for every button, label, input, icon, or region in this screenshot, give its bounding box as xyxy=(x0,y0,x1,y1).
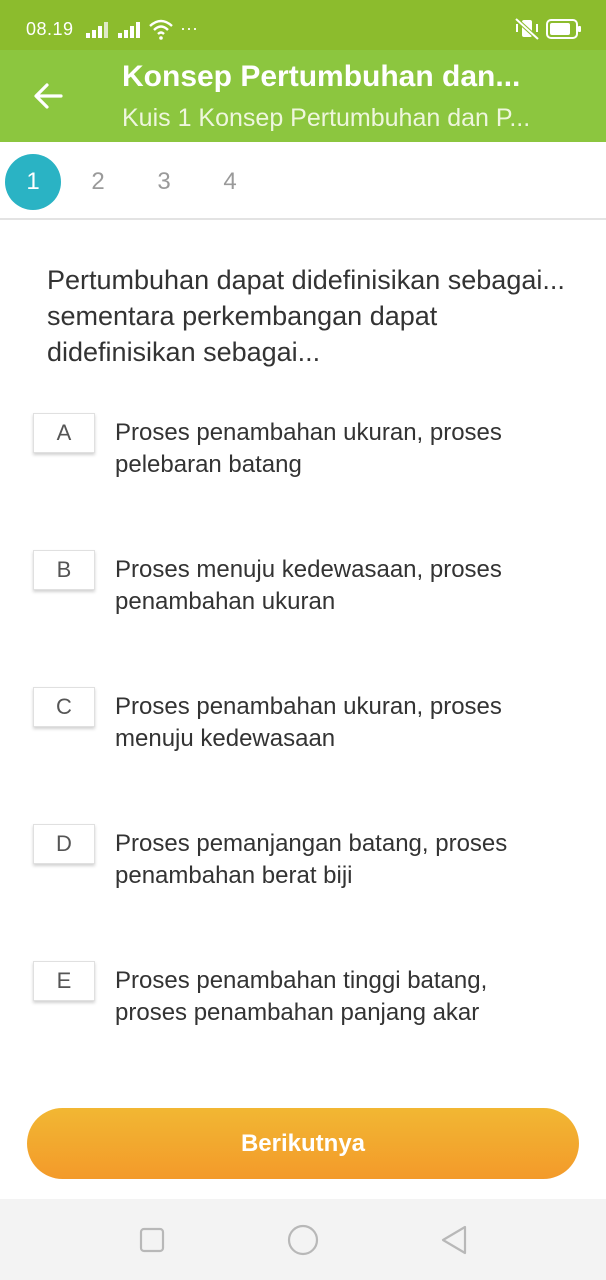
option-d[interactable]: D Proses pemanjangan batang, proses pena… xyxy=(33,824,573,914)
app-bar: Konsep Pertumbuhan dan... Kuis 1 Konsep … xyxy=(0,50,606,142)
option-letter[interactable]: C xyxy=(33,687,95,727)
vibrate-mute-icon xyxy=(514,17,540,41)
option-text[interactable]: Proses pemanjangan batang, proses penamb… xyxy=(115,828,565,892)
option-text[interactable]: Proses penambahan tinggi batang, proses … xyxy=(115,965,565,1029)
page-subtitle: Kuis 1 Konsep Pertumbuhan dan P... xyxy=(122,104,531,132)
recent-apps-icon[interactable] xyxy=(139,1227,165,1253)
wifi-icon xyxy=(149,19,173,40)
system-nav-bar xyxy=(0,1199,606,1280)
option-b[interactable]: B Proses menuju kedewasaan, proses penam… xyxy=(33,550,573,640)
home-icon[interactable] xyxy=(287,1224,319,1256)
back-nav-icon[interactable] xyxy=(440,1224,468,1256)
status-bar: 08.19 ··· xyxy=(0,0,606,50)
more-notifications-icon: ··· xyxy=(180,18,198,38)
signal-icon xyxy=(118,22,140,38)
option-letter[interactable]: B xyxy=(33,550,95,590)
page-title: Konsep Pertumbuhan dan... xyxy=(122,60,521,93)
option-text[interactable]: Proses penambahan ukuran, proses pelebar… xyxy=(115,417,565,481)
back-button[interactable] xyxy=(22,70,74,122)
option-letter[interactable]: E xyxy=(33,961,95,1001)
option-text[interactable]: Proses menuju kedewasaan, proses penamba… xyxy=(115,554,565,618)
arrow-left-icon xyxy=(34,83,63,109)
battery-icon xyxy=(546,19,581,39)
status-time: 08.19 xyxy=(26,19,74,39)
option-letter[interactable]: A xyxy=(33,413,95,453)
option-a[interactable]: A Proses penambahan ukuran, proses peleb… xyxy=(33,413,573,503)
step-2[interactable]: 2 xyxy=(70,154,126,210)
option-text[interactable]: Proses penambahan ukuran, proses menuju … xyxy=(115,691,565,755)
step-3[interactable]: 3 xyxy=(136,154,192,210)
option-letter[interactable]: D xyxy=(33,824,95,864)
step-4[interactable]: 4 xyxy=(202,154,258,210)
question-text: Pertumbuhan dapat didefinisikan sebagai.… xyxy=(47,265,565,367)
signal-icon xyxy=(86,22,108,38)
option-c[interactable]: C Proses penambahan ukuran, proses menuj… xyxy=(33,687,573,777)
step-1[interactable]: 1 xyxy=(5,154,61,210)
next-button[interactable]: Berikutnya xyxy=(27,1108,579,1179)
question-stepper: 1 2 3 4 xyxy=(0,142,606,220)
option-e[interactable]: E Proses penambahan tinggi batang, prose… xyxy=(33,961,573,1051)
